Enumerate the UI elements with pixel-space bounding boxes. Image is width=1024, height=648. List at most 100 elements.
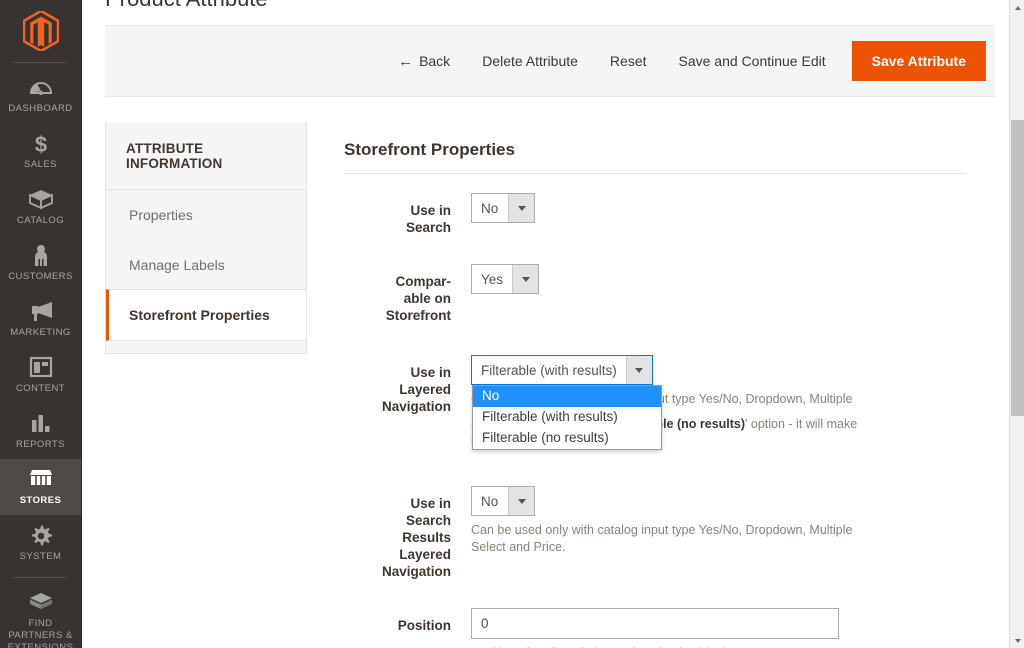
storefront-icon xyxy=(2,468,79,492)
label-line: Search xyxy=(405,220,451,235)
page-title: Product Attribute xyxy=(105,0,268,12)
sidebar-item-label: DASHBOARD xyxy=(8,103,73,114)
sidebar-item-stores[interactable]: STORES xyxy=(0,459,81,515)
back-button-label: Back xyxy=(419,52,451,69)
scroll-down-button[interactable] xyxy=(1010,633,1024,648)
sidebar-item-label: MARKETING xyxy=(10,327,71,338)
label-line: Search xyxy=(405,513,451,528)
field-label: Use in Search Results Layered Navigation… xyxy=(344,486,471,580)
attr-nav-item-properties[interactable]: Properties xyxy=(106,190,306,240)
field-control: No xyxy=(471,193,966,236)
attr-nav-item-storefront-properties[interactable]: Storefront Properties xyxy=(106,289,306,341)
vertical-scrollbar[interactable] xyxy=(1009,0,1024,648)
label-line: Navigation xyxy=(381,399,451,414)
use-in-layered-navigation-select[interactable]: Filterable (with results) xyxy=(471,355,653,385)
use-in-layered-navigation-option-list[interactable]: No Filterable (with results) Filterable … xyxy=(472,385,662,450)
sidebar-item-label: REPORTS xyxy=(16,439,65,450)
sidebar-item-label: CUSTOMERS xyxy=(8,271,73,282)
layout-panel-icon xyxy=(2,356,79,380)
label-line: Layered xyxy=(399,547,451,562)
sidebar-item-reports[interactable]: REPORTS xyxy=(0,403,81,459)
fieldset-legend: Storefront Properties xyxy=(344,140,966,174)
sidebar-item-marketing[interactable]: MARKETING xyxy=(0,291,81,347)
field-label: Use in Search Use in Search xyxy=(344,193,471,236)
comparable-on-storefront-select[interactable]: Yes xyxy=(471,264,540,294)
field-control: Yes xyxy=(471,264,966,324)
dashboard-gauge-icon xyxy=(2,76,79,100)
sidebar-item-system[interactable]: SYSTEM xyxy=(0,515,81,571)
save-and-continue-edit-button[interactable]: Save and Continue Edit xyxy=(663,45,842,77)
attr-nav-filler xyxy=(106,341,306,353)
field-control: Filterable (with results) Can be used on… xyxy=(471,355,966,450)
attr-nav-item-manage-labels[interactable]: Manage Labels xyxy=(106,240,306,290)
main-content: Product Attribute ← Back Delete Attribute… xyxy=(82,0,1024,648)
sidebar-item-find-partners-extensions[interactable]: FIND PARTNERS & EXTENSIONS xyxy=(0,582,81,648)
scroll-up-button[interactable] xyxy=(1010,0,1024,15)
sidebar-item-sales[interactable]: $ SALES xyxy=(0,123,81,179)
sidebar-divider-top xyxy=(14,62,67,63)
field-use-in-layered-navigation: Use in Layered Navigation Use in Layered… xyxy=(344,355,966,450)
scrollbar-thumb[interactable] xyxy=(1011,120,1024,416)
sidebar-item-label: STORES xyxy=(19,495,62,506)
back-button[interactable]: ← Back xyxy=(382,45,466,78)
megaphone-icon xyxy=(2,300,79,324)
field-control: Position of attribute in layered navigat… xyxy=(471,608,966,648)
use-in-search-results-layered-navigation-select[interactable]: No xyxy=(471,486,535,516)
field-control: No Can be used only with catalog input t… xyxy=(471,486,966,580)
magento-logo[interactable] xyxy=(0,0,81,62)
sidebar-item-content[interactable]: CONTENT xyxy=(0,347,81,403)
box-icon xyxy=(2,188,79,212)
select-value: No xyxy=(472,487,508,515)
storefront-properties-fieldset: Storefront Properties Use in Search Use … xyxy=(344,140,966,648)
option-filterable-no-results[interactable]: Filterable (no results) xyxy=(473,428,661,449)
admin-page: DASHBOARD $ SALES CATALOG CUSTOMERS MARK… xyxy=(0,0,1024,648)
sidebar-divider-bottom xyxy=(14,577,67,578)
help-line-2c: ' option - it will xyxy=(745,417,824,431)
label-line: Results xyxy=(402,530,451,545)
chevron-down-icon[interactable] xyxy=(512,265,539,293)
sidebar-item-label: FIND PARTNERS & EXTENSIONS xyxy=(7,618,74,648)
page-actions-toolbar: ← Back Delete Attribute Reset Save and Co… xyxy=(105,25,995,97)
field-use-in-search: Use in Search Use in Search No xyxy=(344,193,966,236)
bar-chart-icon xyxy=(2,412,79,436)
select-value: Yes xyxy=(472,265,513,293)
dollar-sign-icon: $ xyxy=(2,132,79,156)
admin-sidebar: DASHBOARD $ SALES CATALOG CUSTOMERS MARK… xyxy=(0,0,82,648)
chevron-down-icon[interactable] xyxy=(508,487,534,515)
label-line: Use in xyxy=(410,365,451,380)
label-line: Layered xyxy=(399,382,451,397)
label-line: Use in xyxy=(410,496,451,511)
chevron-down-icon[interactable] xyxy=(508,194,534,222)
sidebar-item-label: CONTENT xyxy=(15,383,66,394)
label-line: able on xyxy=(403,291,451,306)
delete-attribute-button[interactable]: Delete Attribute xyxy=(466,45,594,77)
use-in-search-select[interactable]: No xyxy=(471,193,535,223)
triangle-down-icon xyxy=(1014,638,1021,643)
field-label: Use in Layered Navigation Use in Layered… xyxy=(344,355,471,450)
attribute-information-title: ATTRIBUTE INFORMATION xyxy=(106,122,306,190)
sidebar-item-catalog[interactable]: CATALOG xyxy=(0,179,81,235)
option-no[interactable]: No xyxy=(473,386,661,407)
sidebar-item-customers[interactable]: CUSTOMERS xyxy=(0,235,81,291)
save-attribute-button[interactable]: Save Attribute xyxy=(851,41,986,81)
person-icon xyxy=(2,244,79,268)
field-label: Position xyxy=(397,618,451,633)
position-input[interactable] xyxy=(471,608,839,639)
field-position: Position Position of attribute in layere… xyxy=(344,608,966,648)
field-label: Compar-able on Storefront Compar- able o… xyxy=(344,264,471,324)
arrow-left-icon: ← xyxy=(398,52,414,70)
sidebar-item-label: SALES xyxy=(24,159,57,170)
gear-icon xyxy=(2,524,79,548)
field-use-in-search-results-layered-navigation: Use in Search Results Layered Navigation… xyxy=(344,486,966,580)
option-filterable-with-results[interactable]: Filterable (with results) xyxy=(473,407,661,428)
label-line: Compar- xyxy=(395,274,451,289)
sidebar-item-label: CATALOG xyxy=(16,215,65,226)
sidebar-item-dashboard[interactable]: DASHBOARD xyxy=(0,67,81,123)
field-comparable-on-storefront: Compar-able on Storefront Compar- able o… xyxy=(344,264,966,324)
chevron-down-icon[interactable] xyxy=(625,356,652,384)
label-line: Use in xyxy=(410,203,451,218)
reset-button[interactable]: Reset xyxy=(594,45,663,77)
label-line: Storefront xyxy=(385,308,451,323)
attribute-information-nav: ATTRIBUTE INFORMATION Properties Manage … xyxy=(105,122,307,354)
magento-logo-icon xyxy=(22,11,59,51)
